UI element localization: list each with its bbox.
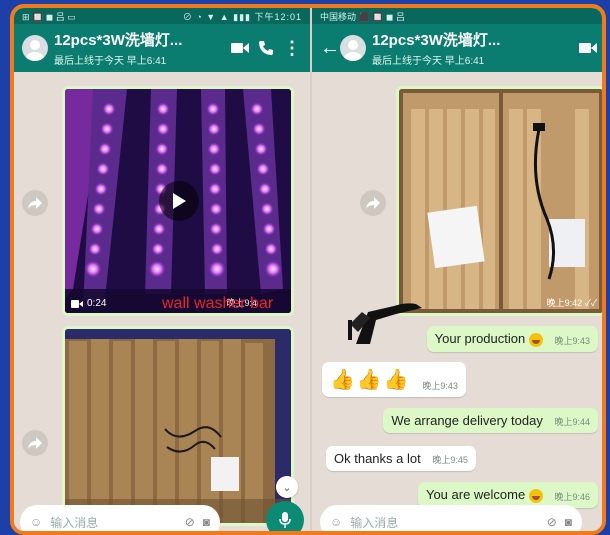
thumbs-up-emoji-icon: 👍 bbox=[330, 369, 355, 391]
attach-icon[interactable]: ⊘ bbox=[547, 515, 557, 529]
boxes-image bbox=[65, 329, 291, 523]
video-call-icon[interactable] bbox=[578, 38, 598, 58]
forward-icon[interactable] bbox=[360, 190, 386, 216]
forward-icon[interactable] bbox=[22, 190, 48, 216]
message-list: 晚上9:42 ✓✓ Your production 晚上9:43 👍 👍 👍 晚上9… bbox=[312, 72, 602, 531]
image-timestamp: 晚上9:42 ✓✓ bbox=[546, 298, 597, 308]
message-time: 晚上9:43 bbox=[554, 335, 590, 346]
last-seen: 最后上线于今天 早上6:41 bbox=[372, 56, 485, 67]
annotation-label: wall washer bar bbox=[162, 295, 274, 312]
contact-name: 12pcs*3W洗墙灯... bbox=[54, 32, 183, 49]
status-carrier: 中国移动 ⬛ 🔲 ◼ 吕 bbox=[320, 11, 405, 22]
message-time: 晚上9:44 bbox=[554, 417, 590, 427]
contact-name: 12pcs*3W洗墙灯... bbox=[372, 32, 501, 49]
scroll-down-icon[interactable]: ⌄ bbox=[276, 476, 298, 498]
laughing-emoji-icon bbox=[528, 488, 543, 503]
image-message[interactable] bbox=[62, 326, 294, 526]
message-bubble[interactable]: 👍 👍 👍 晚上9:43 bbox=[322, 362, 466, 397]
message-time: 晚上9:43 bbox=[422, 381, 458, 391]
status-clock: ⊘ ◔ ▼ ▲ ▮▮▮ 下午12:01 bbox=[182, 11, 302, 22]
video-message[interactable]: 0:24 晚上9:4 bbox=[62, 86, 294, 316]
last-seen: 最后上线于今天 早上6:41 bbox=[54, 56, 167, 67]
play-button[interactable] bbox=[159, 181, 199, 221]
camera-icon[interactable]: ◙ bbox=[203, 515, 210, 529]
screenshot-frame: ⊞ 🔲 ◼ 吕 ▭ ⊘ ◔ ▼ ▲ ▮▮▮ 下午12:01 12pcs*3W洗墙… bbox=[10, 4, 606, 535]
video-duration: 0:24 bbox=[71, 298, 106, 309]
message-time: 晚上9:46 bbox=[554, 491, 590, 502]
message-bubble[interactable]: We arrange delivery today 晚上9:44 bbox=[383, 408, 598, 433]
forward-icon[interactable] bbox=[22, 430, 48, 456]
contact-info[interactable]: 12pcs*3W洗墙灯... 最后上线于今天 早上6:41 bbox=[372, 29, 572, 67]
chat-header: 12pcs*3W洗墙灯... 最后上线于今天 早上6:41 ⋮ bbox=[14, 24, 310, 72]
laughing-emoji-icon bbox=[528, 332, 543, 347]
avatar[interactable] bbox=[22, 35, 48, 61]
emoji-icon[interactable]: ☺ bbox=[30, 515, 42, 529]
message-input[interactable]: ☺ 输入消息 ⊘ ◙ bbox=[320, 505, 582, 531]
thumbs-up-emoji-icon: 👍 bbox=[383, 369, 409, 391]
thumbs-up-sticker bbox=[348, 303, 422, 344]
emoji-icon[interactable]: ☺ bbox=[330, 515, 342, 529]
duration-text: 0:24 bbox=[87, 298, 107, 309]
left-chat-pane: ⊞ 🔲 ◼ 吕 ▭ ⊘ ◔ ▼ ▲ ▮▮▮ 下午12:01 12pcs*3W洗墙… bbox=[14, 8, 310, 531]
status-icons: ⊞ 🔲 ◼ 吕 ▭ bbox=[22, 11, 76, 22]
message-bubble[interactable]: You are welcome 晚上9:46 bbox=[417, 482, 598, 508]
mic-button[interactable] bbox=[266, 501, 304, 531]
menu-icon[interactable]: ⋮ bbox=[282, 38, 302, 58]
carton-image bbox=[399, 89, 602, 313]
message-text: You are welcome bbox=[425, 487, 526, 502]
video-call-icon[interactable] bbox=[230, 38, 250, 58]
back-arrow-icon[interactable]: ← bbox=[320, 37, 340, 60]
message-text: Your production bbox=[434, 331, 526, 346]
message-text: We arrange delivery today bbox=[391, 413, 543, 428]
message-bubble[interactable]: Ok thanks a lot 晚上9:45 bbox=[326, 446, 476, 471]
phone-icon[interactable] bbox=[256, 38, 276, 58]
right-chat-pane: 中国移动 ⬛ 🔲 ◼ 吕 ← 12pcs*3W洗墙灯... 最后上线于今天 早上… bbox=[310, 8, 602, 531]
avatar[interactable] bbox=[340, 35, 366, 61]
attach-icon[interactable]: ⊘ bbox=[185, 515, 195, 529]
chat-header: ← 12pcs*3W洗墙灯... 最后上线于今天 早上6:41 bbox=[312, 24, 602, 72]
input-placeholder: 输入消息 bbox=[50, 515, 99, 530]
input-placeholder: 输入消息 bbox=[350, 515, 399, 530]
status-bar: ⊞ 🔲 ◼ 吕 ▭ ⊘ ◔ ▼ ▲ ▮▮▮ 下午12:01 bbox=[14, 8, 310, 24]
video-icon bbox=[71, 299, 83, 308]
contact-info[interactable]: 12pcs*3W洗墙灯... 最后上线于今天 早上6:41 bbox=[54, 29, 224, 67]
camera-icon[interactable]: ◙ bbox=[565, 515, 572, 529]
image-message[interactable]: 晚上9:42 ✓✓ bbox=[396, 86, 602, 316]
thumbs-up-emoji-icon: 👍 bbox=[356, 369, 382, 391]
mic-icon bbox=[279, 512, 291, 528]
message-bubble[interactable]: Your production 晚上9:43 bbox=[426, 326, 598, 352]
status-bar: 中国移动 ⬛ 🔲 ◼ 吕 bbox=[312, 8, 602, 24]
message-input[interactable]: ☺ 输入消息 ⊘ ◙ bbox=[20, 505, 220, 531]
message-time: 晚上9:45 bbox=[432, 455, 468, 465]
message-text: Ok thanks a lot bbox=[334, 451, 421, 466]
